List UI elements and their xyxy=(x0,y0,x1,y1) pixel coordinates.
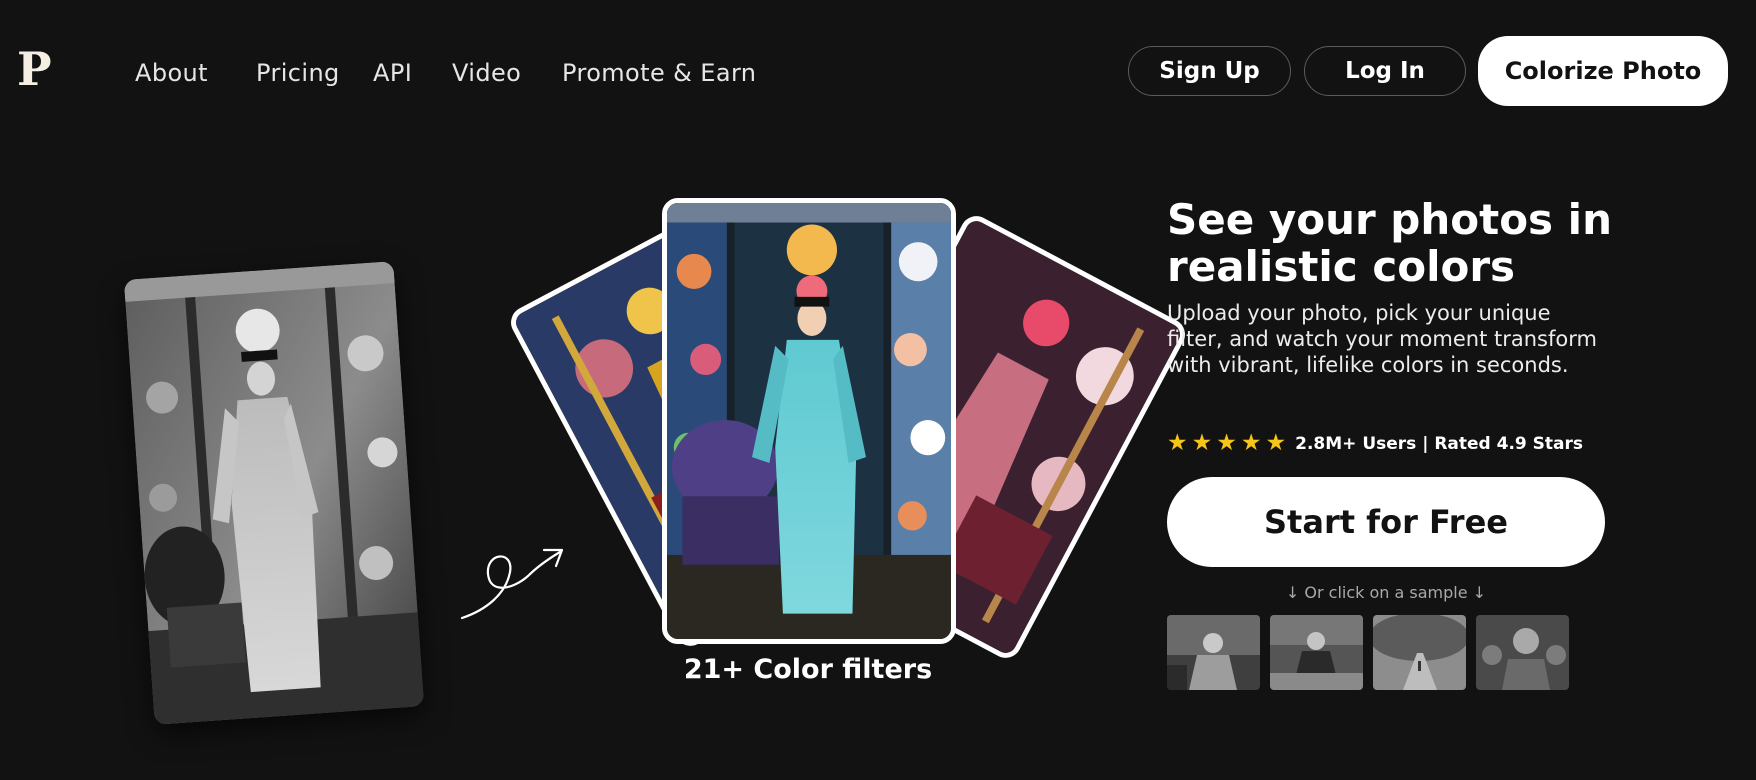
sample-photo-street[interactable] xyxy=(1373,615,1466,690)
nav-about[interactable]: About xyxy=(135,58,208,88)
nav-pricing[interactable]: Pricing xyxy=(256,58,340,88)
colorize-photo-button[interactable]: Colorize Photo xyxy=(1478,36,1728,106)
nav-video[interactable]: Video xyxy=(452,58,521,88)
logo[interactable]: P xyxy=(17,46,52,92)
filter-card-featured xyxy=(662,198,956,644)
sample-thumbnails xyxy=(1167,615,1569,690)
star-icon: ★ xyxy=(1265,430,1287,456)
star-icon: ★ xyxy=(1240,430,1262,456)
hero-subtext: Upload your photo, pick your unique filt… xyxy=(1167,301,1597,377)
sample-photo-man-desk[interactable] xyxy=(1270,615,1363,690)
sign-up-button[interactable]: Sign Up xyxy=(1128,46,1291,96)
curly-arrow-icon xyxy=(460,548,564,620)
original-photo xyxy=(123,261,425,725)
rating-text: 2.8M+ Users | Rated 4.9 Stars xyxy=(1295,433,1584,454)
start-for-free-button[interactable]: Start for Free xyxy=(1167,477,1605,567)
rating-row: ★ ★ ★ ★ ★ 2.8M+ Users | Rated 4.9 Stars xyxy=(1167,432,1583,455)
star-icon: ★ xyxy=(1191,430,1213,456)
sample-photo-mother-children[interactable] xyxy=(1476,615,1569,690)
sample-hint: ↓ Or click on a sample ↓ xyxy=(1285,583,1487,602)
nav-api[interactable]: API xyxy=(373,58,412,88)
star-icon: ★ xyxy=(1167,430,1188,456)
sample-photo-woman[interactable] xyxy=(1167,615,1260,690)
nav-promote-earn[interactable]: Promote & Earn xyxy=(562,58,756,88)
log-in-button[interactable]: Log In xyxy=(1304,46,1466,96)
color-filters-caption: 21+ Color filters xyxy=(683,654,933,685)
star-icon: ★ xyxy=(1216,430,1237,456)
hero-headline: See your photos in realistic colors xyxy=(1167,195,1612,291)
